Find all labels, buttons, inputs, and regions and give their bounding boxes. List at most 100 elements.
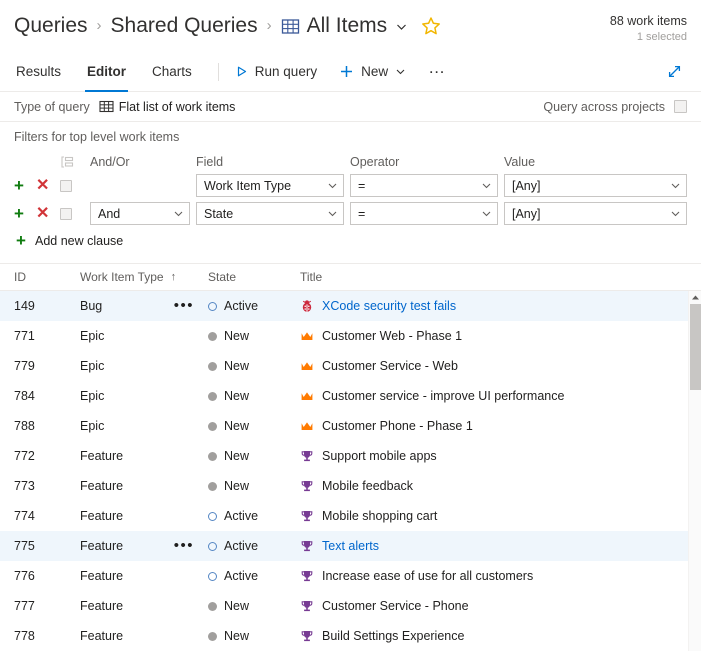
scrollbar-thumb[interactable] xyxy=(690,304,701,390)
star-icon[interactable] xyxy=(421,16,441,36)
delete-clause-icon[interactable]: ✕ xyxy=(36,177,49,194)
add-new-clause-button[interactable]: + Add new clause xyxy=(14,232,687,249)
table-row[interactable]: 779 Epic New Customer Service - Web xyxy=(0,351,701,381)
cell-title: Customer Service - Web xyxy=(300,359,687,373)
cell-state: New xyxy=(208,359,300,373)
work-item-title-link[interactable]: Mobile shopping cart xyxy=(322,509,437,523)
work-item-title-link[interactable]: Customer Web - Phase 1 xyxy=(322,329,462,343)
state-label: New xyxy=(224,479,250,493)
state-indicator-icon xyxy=(208,301,217,311)
tab-results[interactable]: Results xyxy=(14,52,63,92)
work-item-title-link[interactable]: Customer Service - Web xyxy=(322,359,458,373)
cell-work-item-type: Feature xyxy=(80,569,124,583)
clause-checkbox[interactable] xyxy=(60,207,72,220)
cell-id: 772 xyxy=(14,449,35,463)
group-icon[interactable] xyxy=(60,155,90,169)
work-item-title-link[interactable]: Build Settings Experience xyxy=(322,629,464,643)
work-item-title-link[interactable]: Customer Service - Phone xyxy=(322,599,469,613)
work-item-title-link[interactable]: Text alerts xyxy=(322,539,379,553)
cell-work-item-type: Feature xyxy=(80,479,124,493)
work-item-title-link[interactable]: Mobile feedback xyxy=(322,479,413,493)
crown-icon xyxy=(300,329,314,343)
run-query-button[interactable]: Run query xyxy=(235,64,317,79)
expand-icon[interactable] xyxy=(662,59,687,84)
column-header-work-item-type[interactable]: Work Item Type ↑ xyxy=(80,270,208,284)
filter-clause-row: + ✕ Work Item Type = [Any] xyxy=(14,173,687,198)
more-commands-button[interactable]: … xyxy=(428,59,447,81)
cell-work-item-type: Feature xyxy=(80,449,124,463)
chevron-down-icon[interactable] xyxy=(395,20,408,33)
cell-title: XCode security test fails xyxy=(300,299,687,313)
clause-value-select[interactable]: [Any] xyxy=(504,202,687,225)
table-row[interactable]: 149 Bug ••• Active XCode security test fails xyxy=(0,291,701,321)
chevron-down-icon xyxy=(174,211,183,217)
query-type-row: Type of query Flat list of work items Qu… xyxy=(0,92,701,122)
cell-work-item-type: Feature xyxy=(80,629,124,643)
work-item-title-link[interactable]: XCode security test fails xyxy=(322,299,456,313)
clause-operator-value: = xyxy=(358,206,366,221)
chevron-down-icon[interactable] xyxy=(395,66,406,77)
table-row[interactable]: 777 Feature New Customer Service - Phone xyxy=(0,591,701,621)
table-row[interactable]: 776 Feature Active Increase ease of use for… xyxy=(0,561,701,591)
trophy-icon xyxy=(300,449,314,463)
breadcrumb-item-queries[interactable]: Queries xyxy=(14,12,88,40)
results-scrollbar[interactable] xyxy=(688,291,701,651)
table-row[interactable]: 771 Epic New Customer Web - Phase 1 xyxy=(0,321,701,351)
table-row[interactable]: 774 Feature Active Mobile shopping cart xyxy=(0,501,701,531)
work-item-title-link[interactable]: Increase ease of use for all customers xyxy=(322,569,533,583)
filters-header-row: And/Or Field Operator Value xyxy=(14,151,687,173)
work-item-title-link[interactable]: Customer Phone - Phase 1 xyxy=(322,419,473,433)
table-row[interactable]: 773 Feature New Mobile feedback xyxy=(0,471,701,501)
state-indicator-icon xyxy=(208,601,217,611)
column-header-id[interactable]: ID xyxy=(14,270,80,284)
table-row[interactable]: 784 Epic New Customer service - improve UI … xyxy=(0,381,701,411)
chevron-down-icon xyxy=(671,211,680,217)
cell-title: Build Settings Experience xyxy=(300,629,687,643)
table-row[interactable]: 778 Feature New Build Settings Experience xyxy=(0,621,701,651)
cell-state: New xyxy=(208,629,300,643)
table-row[interactable]: 772 Feature New Support mobile apps xyxy=(0,441,701,471)
toolbar-divider xyxy=(217,62,219,81)
crown-icon xyxy=(300,389,314,403)
cell-id: 778 xyxy=(14,629,35,643)
column-header-title[interactable]: Title xyxy=(300,270,687,284)
clause-field-select[interactable]: Work Item Type xyxy=(196,174,344,197)
table-row[interactable]: 788 Epic New Customer Phone - Phase 1 xyxy=(0,411,701,441)
scroll-up-icon[interactable] xyxy=(689,291,701,304)
clause-operator-select[interactable]: = xyxy=(350,202,498,225)
query-across-projects[interactable]: Query across projects xyxy=(543,100,687,114)
page-header: Queries › Shared Queries › All Items 88 xyxy=(0,0,701,52)
clause-value-select[interactable]: [Any] xyxy=(504,174,687,197)
query-across-projects-checkbox[interactable] xyxy=(674,100,687,113)
column-header-state[interactable]: State xyxy=(208,270,300,284)
breadcrumb-item-all-items[interactable]: All Items xyxy=(307,12,388,40)
add-clause-icon[interactable]: + xyxy=(14,177,36,194)
clause-value-value: [Any] xyxy=(512,178,541,193)
play-icon xyxy=(235,65,248,78)
breadcrumb-item-shared-queries[interactable]: Shared Queries xyxy=(111,12,258,40)
cell-id: 784 xyxy=(14,389,35,403)
cell-state: New xyxy=(208,389,300,403)
query-type-value[interactable]: Flat list of work items xyxy=(99,99,235,114)
work-item-title-link[interactable]: Support mobile apps xyxy=(322,449,437,463)
work-item-title-link[interactable]: Customer service - improve UI performanc… xyxy=(322,389,564,403)
column-header-work-item-type-label: Work Item Type xyxy=(80,270,164,284)
table-row[interactable]: 775 Feature ••• Active Text alerts xyxy=(0,531,701,561)
row-context-menu-icon[interactable]: ••• xyxy=(174,538,194,553)
chevron-down-icon xyxy=(671,183,680,189)
clause-operator-select[interactable]: = xyxy=(350,174,498,197)
new-button[interactable]: New xyxy=(339,64,406,79)
row-context-menu-icon[interactable]: ••• xyxy=(174,298,194,313)
tab-charts[interactable]: Charts xyxy=(150,52,194,92)
clause-checkbox[interactable] xyxy=(60,179,72,192)
clause-field-select[interactable]: State xyxy=(196,202,344,225)
clause-andor-select[interactable]: And xyxy=(90,202,190,225)
tab-editor[interactable]: Editor xyxy=(85,52,129,92)
delete-clause-icon[interactable]: ✕ xyxy=(36,205,49,222)
filters-header-value: Value xyxy=(504,155,536,169)
state-label: New xyxy=(224,389,250,403)
add-clause-icon[interactable]: + xyxy=(14,205,36,222)
clause-field-value: Work Item Type xyxy=(204,178,292,193)
clause-operator-value: = xyxy=(358,178,366,193)
cell-title: Mobile shopping cart xyxy=(300,509,687,523)
